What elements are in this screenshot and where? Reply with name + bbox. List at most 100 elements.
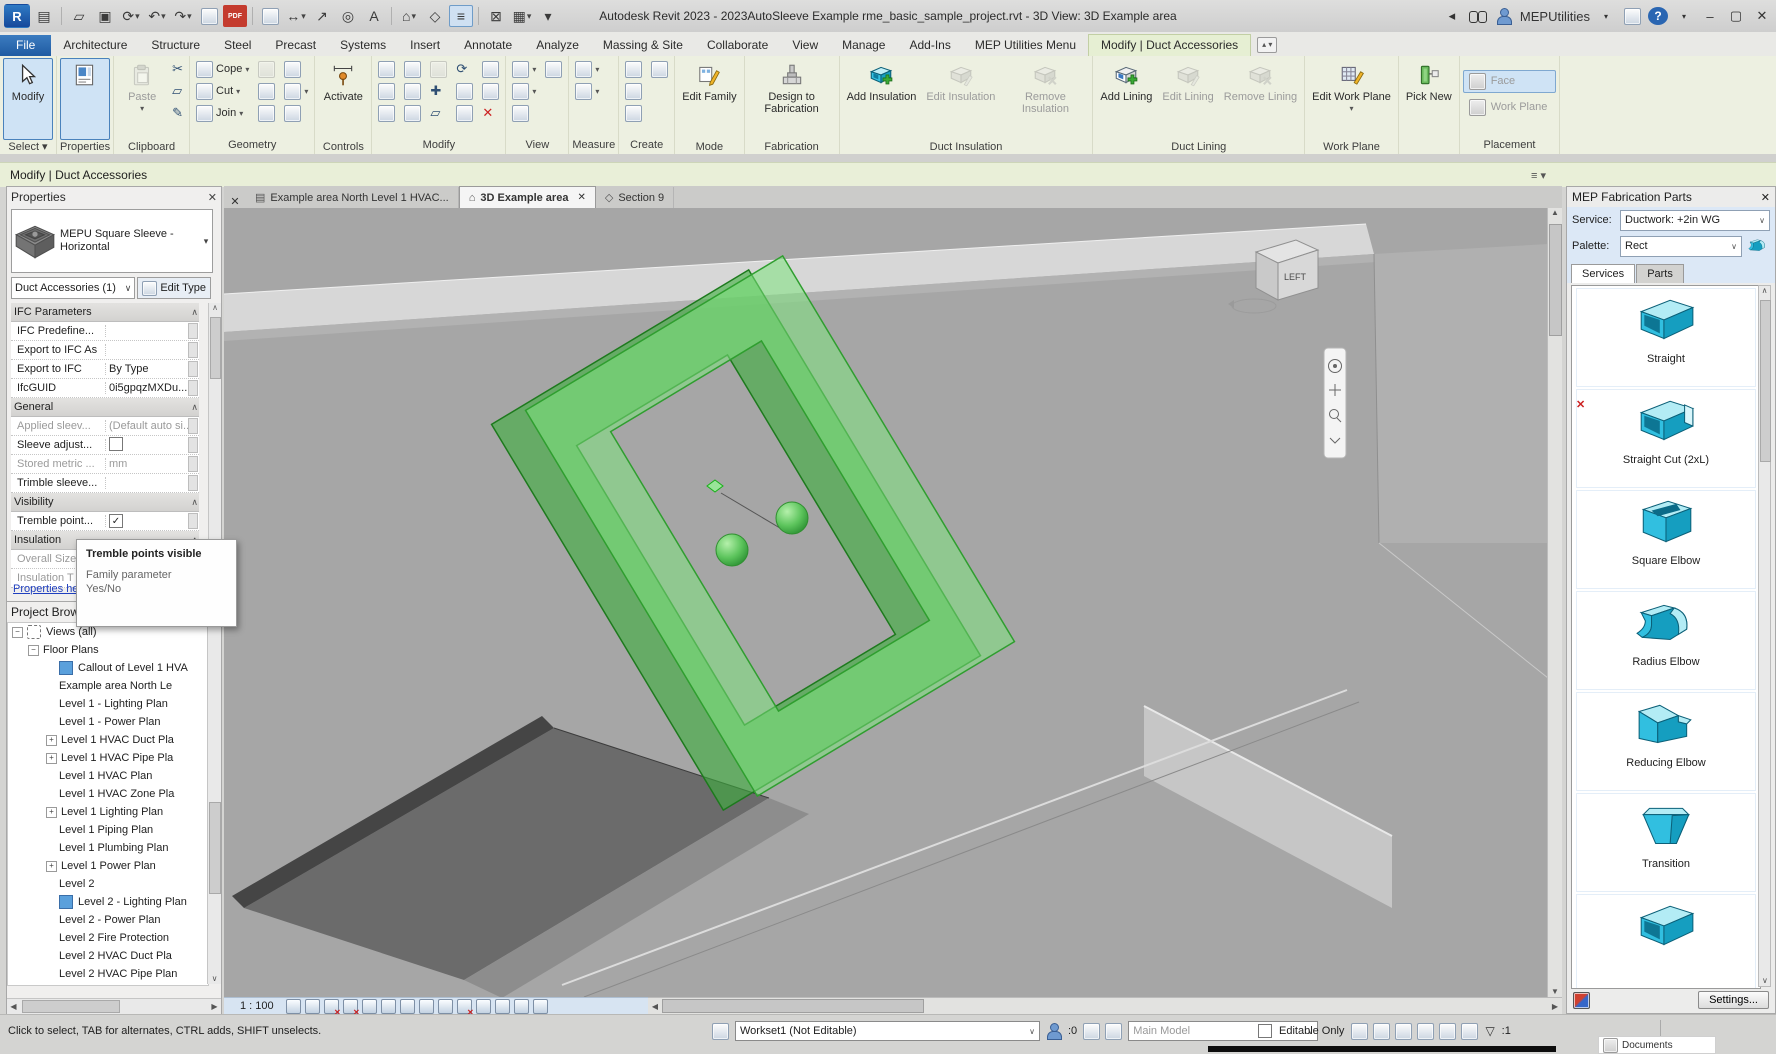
- palette-select[interactable]: Rect ∨: [1620, 235, 1742, 257]
- design-options-icon[interactable]: [1083, 1022, 1101, 1040]
- tab-steel[interactable]: Steel: [212, 35, 263, 56]
- split-element-button[interactable]: [401, 80, 424, 102]
- panel-collapse-icon[interactable]: ≡ ▾: [1531, 169, 1546, 182]
- type-dropdown-icon[interactable]: ▾: [200, 236, 212, 247]
- review-warnings-icon[interactable]: [1395, 1022, 1413, 1040]
- add-insulation-button[interactable]: Add Insulation: [843, 58, 921, 140]
- settings-button[interactable]: Settings...: [1698, 991, 1769, 1009]
- mirror-pick-axis-button[interactable]: [375, 102, 398, 124]
- apply-coping-button[interactable]: [255, 58, 278, 80]
- modify-button[interactable]: Modify: [3, 58, 53, 140]
- tab-view[interactable]: View: [780, 35, 830, 56]
- part-item-straight-cut-2xl[interactable]: ✕ Straight Cut (2xL): [1576, 389, 1756, 488]
- tree-item-level-1-piping-plan[interactable]: Level 1 Piping Plan: [8, 821, 208, 839]
- properties-button[interactable]: [60, 58, 110, 140]
- mep-tab-parts[interactable]: Parts: [1636, 264, 1684, 283]
- close-inactive-views-icon[interactable]: ⊠: [484, 5, 508, 27]
- create-parts-button[interactable]: [622, 58, 645, 80]
- copy-to-clipboard-button[interactable]: ▱: [169, 80, 186, 102]
- tree-item-level-2-hvac-plan[interactable]: Level 2 HVAC Plan: [8, 983, 208, 985]
- tab-structure[interactable]: Structure: [139, 35, 212, 56]
- tab-modify-duct-accessories[interactable]: Modify | Duct Accessories: [1088, 34, 1252, 56]
- edit-family-button[interactable]: Edit Family: [678, 58, 740, 140]
- design-to-fabrication-button[interactable]: Design to Fabrication: [748, 58, 836, 140]
- thin-lines-icon[interactable]: ≡: [449, 5, 473, 27]
- default-3d-view-icon[interactable]: ⌂ ▾: [397, 5, 421, 27]
- mep-scrollbar[interactable]: ∧ ∨: [1758, 285, 1771, 987]
- canvas-vertical-scrollbar[interactable]: ▲ ▼: [1547, 208, 1562, 997]
- param-value[interactable]: By Type: [106, 363, 188, 375]
- placement-work-plane-button[interactable]: Work Plane: [1463, 96, 1557, 119]
- cut-geometry-button[interactable]: Cut ▾: [193, 80, 252, 102]
- text-note-icon[interactable]: A: [362, 5, 386, 27]
- help-icon[interactable]: ?: [1648, 7, 1668, 25]
- part-item-partial[interactable]: [1576, 894, 1756, 988]
- section-ifc-parameters[interactable]: IFC Parameters ∧: [11, 303, 199, 322]
- undo-icon[interactable]: ↶ ▾: [145, 5, 169, 27]
- customize-quick-access-icon[interactable]: ▾: [536, 5, 560, 27]
- tab-add-ins[interactable]: Add-Ins: [897, 35, 962, 56]
- unlocked-orientation-icon[interactable]: [418, 998, 434, 1014]
- unjoin-button[interactable]: ▾: [281, 80, 311, 102]
- sun-path-icon[interactable]: [323, 998, 341, 1017]
- tab-manage[interactable]: Manage: [830, 35, 897, 56]
- drag-sphere-2[interactable]: [775, 501, 809, 535]
- hide-in-view-button[interactable]: [509, 102, 539, 124]
- section-general[interactable]: General ∧: [11, 398, 199, 417]
- shadows-icon[interactable]: [342, 998, 360, 1017]
- unpin-button[interactable]: [479, 80, 502, 102]
- help-dropdown-icon[interactable]: ▾: [1674, 6, 1694, 26]
- tree-item-level-2-lighting-plan[interactable]: Level 2 - Lighting Plan: [8, 893, 208, 911]
- tab-mep-utilities-menu[interactable]: MEP Utilities Menu: [963, 35, 1088, 56]
- tree-group-floor-plans[interactable]: − Floor Plans: [8, 641, 208, 659]
- displace-elements-button[interactable]: [542, 58, 565, 80]
- edit-lining-button[interactable]: Edit Lining: [1158, 58, 1217, 140]
- tree-expander-icon[interactable]: +: [46, 752, 57, 764]
- edit-type-button[interactable]: Edit Type: [137, 277, 211, 299]
- fabrication-config-icon[interactable]: [1573, 991, 1590, 1009]
- override-graphics-button[interactable]: ▾: [509, 80, 539, 102]
- join-geometry-button[interactable]: Join ▾: [193, 102, 252, 124]
- canvas-horizontal-scrollbar[interactable]: ◀ ▶: [648, 997, 1562, 1014]
- offset-button[interactable]: [375, 80, 398, 102]
- crop-region-visibility-icon[interactable]: [399, 998, 415, 1014]
- tree-expander-icon[interactable]: −: [28, 644, 39, 656]
- print-icon[interactable]: [197, 5, 221, 27]
- measure-pin-icon[interactable]: [258, 5, 282, 27]
- section-visibility[interactable]: Visibility ∧: [11, 493, 199, 512]
- split-face-button[interactable]: [255, 102, 278, 124]
- file-properties-icon[interactable]: ▤: [32, 5, 56, 27]
- tree-item-level-1-plumbing-plan[interactable]: Level 1 Plumbing Plan: [8, 839, 208, 857]
- param-equalize-box[interactable]: [188, 456, 198, 472]
- placement-face-button[interactable]: Face: [1462, 69, 1557, 93]
- mep-panel-close-icon[interactable]: ✕: [1761, 191, 1770, 204]
- tab-collaborate[interactable]: Collaborate: [695, 35, 780, 56]
- select-behavior-icon[interactable]: [1439, 1022, 1457, 1040]
- temporary-view-properties-icon[interactable]: [494, 998, 510, 1014]
- view-tab-close-icon[interactable]: ✕: [577, 192, 585, 203]
- tree-item-level-1-hvac-zone-pla[interactable]: Level 1 HVAC Zone Pla: [8, 785, 208, 803]
- type-selector[interactable]: MEPU Square Sleeve - Horizontal ▾: [11, 209, 213, 273]
- param-value[interactable]: [106, 436, 188, 454]
- save-icon[interactable]: ▣: [93, 5, 117, 27]
- param-value[interactable]: 0i5gpqzMXDu...: [106, 382, 188, 394]
- measure-along-element-button[interactable]: ▾: [572, 80, 602, 102]
- properties-close-icon[interactable]: ✕: [208, 191, 217, 204]
- param-equalize-box[interactable]: [188, 323, 198, 339]
- demolish-button[interactable]: [281, 102, 311, 124]
- param-equalize-box[interactable]: [188, 475, 198, 491]
- tree-item-level-1-lighting-plan[interactable]: + Level 1 Lighting Plan: [8, 803, 208, 821]
- tree-item-level-2-hvac-duct-pla[interactable]: Level 2 HVAC Duct Pla: [8, 947, 208, 965]
- search-icon[interactable]: [1468, 6, 1488, 26]
- param-value[interactable]: (Default auto si...: [106, 420, 188, 432]
- create-similar-button[interactable]: [648, 58, 671, 80]
- tree-expander-icon[interactable]: +: [46, 734, 57, 746]
- temporary-hide-isolate-icon[interactable]: [437, 998, 453, 1014]
- tab-insert[interactable]: Insert: [398, 35, 452, 56]
- param-equalize-box[interactable]: [188, 437, 198, 453]
- tree-item-level-2-power-plan[interactable]: Level 2 - Power Plan: [8, 911, 208, 929]
- aligned-dimension-icon[interactable]: ↔ ▾: [284, 5, 308, 27]
- tab-precast[interactable]: Precast: [263, 35, 328, 56]
- beam-join-button[interactable]: [281, 58, 311, 80]
- elbow-tool-icon[interactable]: [1746, 236, 1770, 256]
